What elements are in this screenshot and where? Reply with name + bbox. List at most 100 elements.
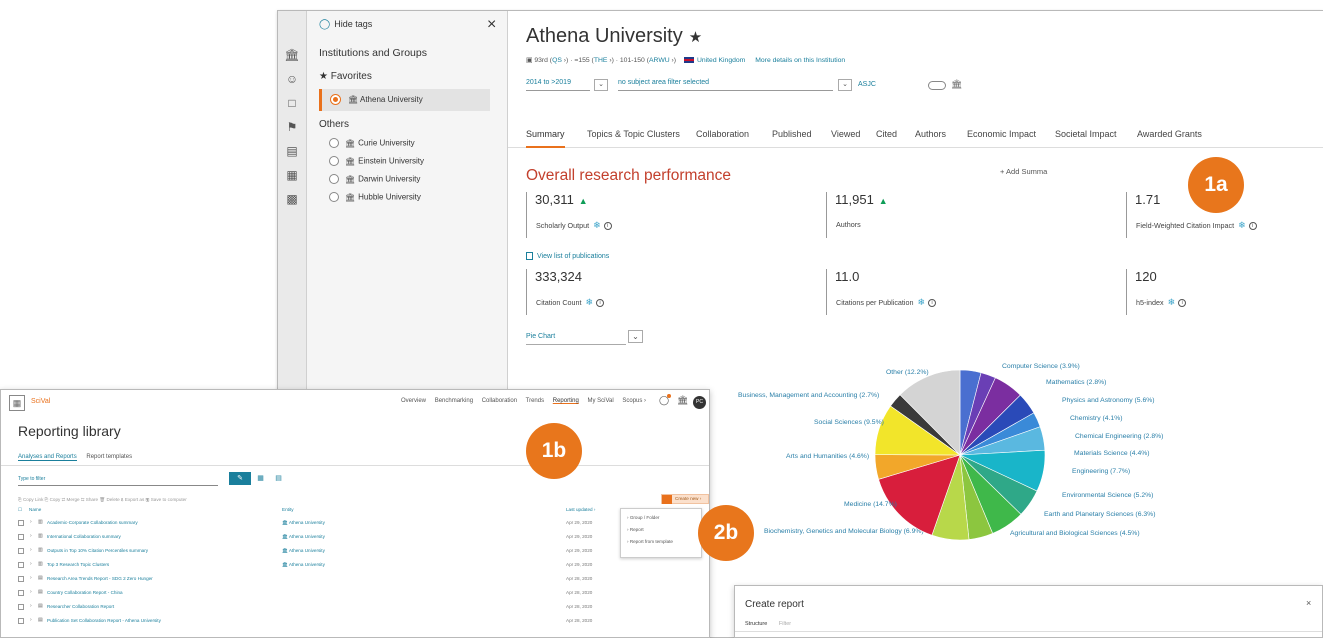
row-date: Apr 29, 2020 <box>566 534 593 539</box>
row-checkbox[interactable] <box>18 562 24 568</box>
row-name[interactable]: Academic-Corporate Collaboration summary <box>47 520 138 525</box>
bank-icon: 🏛 <box>282 520 289 525</box>
nav-reporting[interactable]: Reporting <box>553 398 579 404</box>
row-date: Apr 29, 2020 <box>566 562 593 567</box>
nav-my-scival[interactable]: My SciVal <box>587 398 613 404</box>
tab-structure[interactable]: Structure <box>745 621 767 627</box>
menu-item-report[interactable]: › Report <box>627 527 644 532</box>
tab-report-templates[interactable]: Report templates <box>86 454 132 460</box>
select-all-checkbox[interactable]: ☐ <box>18 507 22 513</box>
tab-filter[interactable]: Filter <box>779 621 791 627</box>
table-row[interactable]: › ▥ Outputs in Top 10% Citation Percentile… <box>18 546 630 557</box>
avatar[interactable]: PC <box>693 396 706 409</box>
row-name[interactable]: Top 3 Research Topic Clusters <box>47 562 109 567</box>
chevron-right-icon[interactable]: › <box>30 589 32 595</box>
pie-label: Other (12.2%) <box>886 369 929 376</box>
row-entity: 🏛 Athena University <box>282 534 325 540</box>
row-name[interactable]: International Collaboration summary <box>47 534 121 539</box>
chart-icon: ▥ <box>38 519 43 525</box>
table-row[interactable]: › ▥ Top 3 Research Topic Clusters 🏛 Athena … <box>18 560 630 571</box>
pie-label: Environmental Science (5.2%) <box>1062 492 1153 499</box>
row-date: Apr 29, 2020 <box>566 548 593 553</box>
column-header-updated[interactable]: Last updated › <box>566 507 595 512</box>
row-date: Apr 28, 2020 <box>566 604 593 609</box>
row-date: Apr 28, 2020 <box>566 590 593 595</box>
row-name[interactable]: Outputs in Top 10% Citation Percentiles … <box>47 548 148 553</box>
page-title: Reporting library <box>18 423 121 439</box>
chevron-right-icon[interactable]: › <box>30 617 32 623</box>
badge-2b: 2b <box>698 505 754 561</box>
chevron-right-icon[interactable]: › <box>30 561 32 567</box>
menu-label: Group / Folder <box>629 515 660 520</box>
row-checkbox[interactable] <box>18 534 24 540</box>
badge-1a: 1a <box>1188 157 1244 213</box>
nav-collaboration[interactable]: Collaboration <box>482 398 517 404</box>
chevron-right-icon[interactable]: › <box>30 547 32 553</box>
row-entity: 🏛 Athena University <box>282 562 325 568</box>
row-name[interactable]: Publication Set Collaboration Report - A… <box>47 618 161 623</box>
row-name[interactable]: Country Collaboration Report - China <box>47 590 123 595</box>
nav-overview[interactable]: Overview <box>401 398 426 404</box>
pie-label: Chemistry (4.1%) <box>1070 415 1123 422</box>
column-header-name[interactable]: Name <box>29 507 41 512</box>
nav-benchmarking[interactable]: Benchmarking <box>435 398 473 404</box>
row-checkbox[interactable] <box>18 520 24 526</box>
badge-1b: 1b <box>526 423 582 479</box>
chevron-right-icon[interactable]: › <box>30 575 32 581</box>
pie-label: Mathematics (2.8%) <box>1046 379 1106 386</box>
row-checkbox[interactable] <box>18 548 24 554</box>
row-checkbox[interactable] <box>18 590 24 596</box>
row-checkbox[interactable] <box>18 604 24 610</box>
action-toolbar[interactable]: ⎘ Copy Link ⎘ Copy ⇄ Merge ⇆ Share 🗑 Del… <box>18 496 187 504</box>
create-new-dropdown: › Group / Folder › Report › Report from … <box>620 508 702 558</box>
table-row[interactable]: › ▤ Publication Set Collaboration Report -… <box>18 616 630 627</box>
close-icon[interactable]: × <box>1306 598 1311 608</box>
table-row[interactable]: › ▤ Country Collaboration Report - China Ap… <box>18 588 630 599</box>
row-date: Apr 28, 2020 <box>566 618 593 623</box>
report-icon: ▤ <box>38 589 43 595</box>
pie-label: Social Sciences (9.5%) <box>814 419 884 426</box>
top-nav: Overview Benchmarking Collaboration Tren… <box>401 398 653 404</box>
chevron-right-icon[interactable]: › <box>30 519 32 525</box>
row-entity: 🏛 Athena University <box>282 548 325 554</box>
chart-icon: ▥ <box>38 561 43 567</box>
filter-input[interactable]: Type to filter <box>18 476 218 486</box>
create-new-button[interactable]: Create new › <box>661 494 709 504</box>
create-report-dialog: Create report × Structure Filter <box>734 585 1323 638</box>
table-row[interactable]: › ▥ International Collaboration summary 🏛 A… <box>18 532 630 543</box>
pie-label: Medicine (14.7%) <box>844 501 897 508</box>
row-name[interactable]: Researcher Collaboration Report <box>47 604 114 609</box>
menu-label: Report <box>629 527 644 532</box>
bank-icon: 🏛 <box>282 548 289 553</box>
menu-item-group-folder[interactable]: › Group / Folder <box>627 515 659 520</box>
pie-label: Computer Science (3.9%) <box>1002 363 1080 370</box>
row-date: Apr 28, 2020 <box>566 576 593 581</box>
nav-scopus[interactable]: Scopus › <box>622 398 646 404</box>
notification-dot <box>667 394 671 398</box>
menu-item-report-from-template[interactable]: › Report from template <box>627 539 673 544</box>
tab-analyses-reports[interactable]: Analyses and Reports <box>18 454 77 461</box>
column-header-entity[interactable]: Entity <box>282 507 294 512</box>
pie-label: Chemical Engineering (2.8%) <box>1075 433 1163 440</box>
row-checkbox[interactable] <box>18 576 24 582</box>
report-icon: ▤ <box>38 575 43 581</box>
row-checkbox[interactable] <box>18 618 24 624</box>
pie-label: Earth and Planetary Sciences (6.3%) <box>1044 511 1155 518</box>
nav-trends[interactable]: Trends <box>526 398 544 404</box>
bank-icon: 🏛 <box>282 562 289 567</box>
app-name[interactable]: SciVal <box>31 398 50 405</box>
list-view-button[interactable]: ✎ <box>229 472 251 485</box>
dialog-title: Create report <box>745 599 804 610</box>
institution-icon[interactable]: 🏛 <box>677 395 688 406</box>
row-entity-label: Athena University <box>288 534 325 539</box>
scival-logo-icon[interactable]: ▦ <box>9 395 25 411</box>
document-view-button[interactable]: ▤ <box>271 472 286 485</box>
pie-label: Agricultural and Biological Sciences (4.… <box>1010 530 1140 537</box>
chart-view-button[interactable]: ▦ <box>253 472 268 485</box>
chevron-right-icon[interactable]: › <box>30 533 32 539</box>
table-row[interactable]: › ▤ Research Area Trends Report - SDG 2 Ze… <box>18 574 630 585</box>
table-row[interactable]: › ▤ Researcher Collaboration Report Apr 28,… <box>18 602 630 613</box>
table-row[interactable]: › ▥ Academic-Corporate Collaboration summa… <box>18 518 630 529</box>
row-name[interactable]: Research Area Trends Report - SDG 2 Zero… <box>47 576 153 581</box>
chevron-right-icon[interactable]: › <box>30 603 32 609</box>
